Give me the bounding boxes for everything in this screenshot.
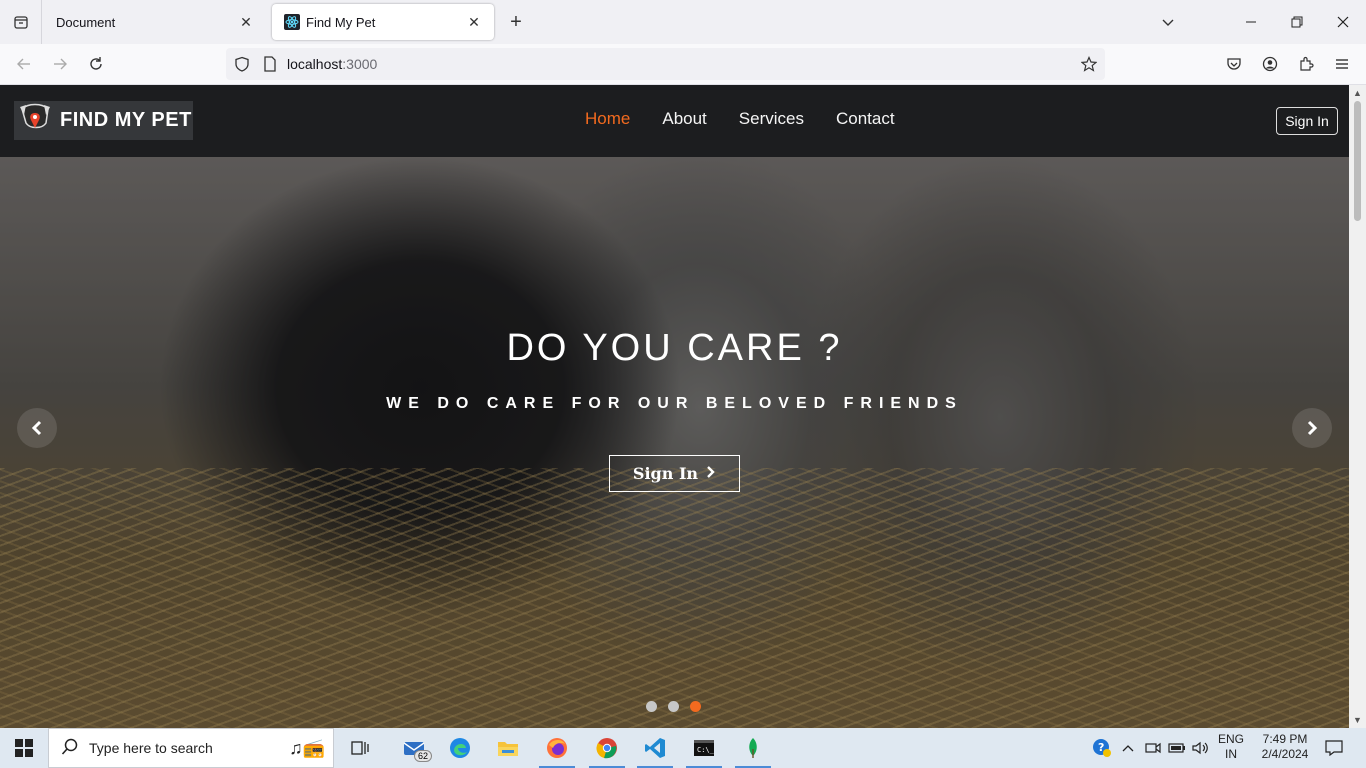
carousel-dot-3[interactable] [690, 701, 701, 712]
windows-taskbar: Type here to search ♫📻 62 C:\_ ? ENG IN … [0, 728, 1366, 768]
firefox-icon[interactable] [533, 728, 581, 768]
close-tab-icon[interactable]: ✕ [466, 14, 482, 30]
logo-text: FIND MY PET [60, 109, 192, 131]
main-nav: Home About Services Contact [585, 109, 895, 129]
hero-title: DO YOU CARE ? [506, 327, 843, 369]
tab-document[interactable]: Document ✕ [44, 4, 266, 40]
mongodb-icon[interactable] [729, 728, 777, 768]
tab-find-my-pet[interactable]: Find My Pet ✕ [272, 4, 494, 40]
browser-tab-bar: Document ✕ Find My Pet ✕ + [0, 0, 1366, 44]
chrome-icon[interactable] [583, 728, 631, 768]
file-explorer-icon[interactable] [484, 728, 532, 768]
kittens-photo [0, 157, 1349, 728]
clock-date: 2/4/2024 [1261, 747, 1309, 761]
chevron-down-icon[interactable] [1145, 0, 1191, 44]
mail-badge: 62 [413, 750, 432, 762]
gramophone-icon: ♫📻 [289, 737, 325, 758]
carousel-dot-2[interactable] [668, 701, 679, 712]
battery-icon[interactable] [1166, 728, 1188, 768]
site-logo[interactable]: FIND MY PET [14, 101, 193, 140]
nav-services[interactable]: Services [739, 109, 804, 129]
carousel-indicators [646, 701, 701, 712]
language-region: IN [1225, 747, 1237, 761]
address-bar[interactable]: localhost:3000 [226, 48, 1105, 80]
nav-contact[interactable]: Contact [836, 109, 895, 129]
back-icon[interactable] [10, 50, 38, 78]
page-viewport: FIND MY PET Home About Services Contact … [0, 85, 1349, 728]
language-indicator[interactable]: ENG IN [1216, 732, 1246, 762]
menu-icon[interactable] [1328, 50, 1356, 78]
tab-list-icon[interactable] [0, 0, 42, 44]
language-code: ENG [1217, 732, 1244, 746]
chevron-up-icon[interactable] [1118, 728, 1138, 768]
carousel-dot-1[interactable] [646, 701, 657, 712]
pocket-icon[interactable] [1220, 50, 1248, 78]
vscode-icon[interactable] [631, 728, 679, 768]
url-host: localhost [287, 56, 343, 72]
search-icon [61, 738, 79, 759]
hero-sign-in-label: Sign In [632, 464, 699, 483]
account-icon[interactable] [1256, 50, 1284, 78]
site-header: FIND MY PET Home About Services Contact … [0, 85, 1349, 157]
windows-start-icon[interactable] [0, 728, 48, 768]
tab-title: Find My Pet [306, 14, 376, 30]
browser-toolbar: localhost:3000 [0, 44, 1366, 85]
url-port: :3000 [342, 56, 378, 72]
edge-icon[interactable] [436, 728, 484, 768]
task-view-icon[interactable] [336, 728, 384, 768]
minimize-icon[interactable] [1228, 0, 1274, 44]
page-scrollbar[interactable]: ▲ ▼ [1349, 85, 1366, 728]
terminal-icon[interactable]: C:\_ [680, 728, 728, 768]
page-icon[interactable] [260, 54, 280, 74]
nav-about[interactable]: About [662, 109, 706, 129]
taskbar-search-box[interactable]: Type here to search ♫📻 [48, 728, 334, 768]
pet-location-icon [16, 101, 56, 140]
react-icon [284, 14, 300, 30]
mail-icon[interactable]: 62 [390, 728, 438, 768]
carousel-next-icon[interactable] [1292, 408, 1332, 448]
help-icon[interactable]: ? [1090, 728, 1114, 768]
scroll-down-icon[interactable]: ▼ [1349, 712, 1366, 728]
close-tab-icon[interactable]: ✕ [238, 14, 254, 30]
carousel-prev-icon[interactable] [17, 408, 57, 448]
star-icon[interactable] [1079, 54, 1099, 74]
hero-sign-in-button[interactable]: Sign In [609, 455, 740, 492]
hero-carousel: DO YOU CARE ? WE DO CARE FOR OUR BELOVED… [0, 157, 1349, 728]
taskbar-clock[interactable]: 7:49 PM 2/4/2024 [1254, 732, 1316, 762]
volume-icon[interactable] [1190, 728, 1212, 768]
hero-subtitle: WE DO CARE FOR OUR BELOVED FRIENDS [386, 395, 963, 412]
clock-time: 7:49 PM [1262, 732, 1308, 746]
new-tab-icon[interactable]: + [502, 8, 530, 36]
tab-title: Document [56, 14, 116, 30]
close-window-icon[interactable] [1320, 0, 1366, 44]
chevron-right-icon [706, 464, 716, 483]
extensions-icon[interactable] [1292, 50, 1320, 78]
svg-text:C:\_: C:\_ [697, 746, 715, 754]
shield-icon[interactable] [232, 54, 252, 74]
meet-icon[interactable] [1142, 728, 1164, 768]
scrollbar-thumb[interactable] [1354, 101, 1361, 221]
restore-icon[interactable] [1274, 0, 1320, 44]
header-sign-in-button[interactable]: Sign In [1276, 107, 1338, 135]
reload-icon[interactable] [82, 50, 110, 78]
notifications-icon[interactable] [1320, 728, 1348, 768]
url-text[interactable]: localhost:3000 [287, 56, 377, 72]
search-placeholder: Type here to search [89, 740, 213, 756]
nav-home[interactable]: Home [585, 109, 630, 129]
forward-icon[interactable] [46, 50, 74, 78]
scroll-up-icon[interactable]: ▲ [1349, 85, 1366, 101]
